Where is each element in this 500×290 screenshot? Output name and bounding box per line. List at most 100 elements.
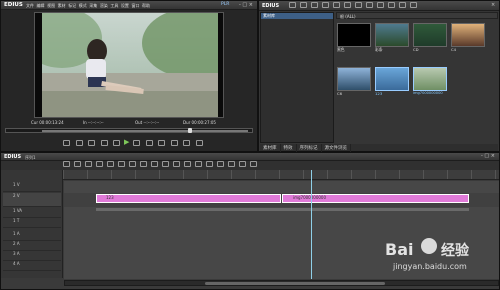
track-label: 1 V — [13, 182, 20, 187]
delete-icon[interactable] — [151, 161, 158, 167]
timeline-app-title: EDIUS — [4, 154, 22, 160]
paw-icon — [421, 238, 437, 254]
clip-thumb[interactable]: 黑色 — [337, 23, 373, 56]
menu-window[interactable]: 窗口 — [131, 3, 139, 8]
thumb-black — [337, 23, 371, 47]
search-icon[interactable] — [300, 2, 307, 8]
set-out-icon[interactable] — [75, 139, 83, 146]
view-icon[interactable] — [399, 2, 406, 8]
menu-capture[interactable]: 采集 — [89, 3, 97, 8]
paste-icon[interactable] — [355, 2, 362, 8]
track-label: 1 A — [13, 231, 20, 236]
delete-icon[interactable] — [377, 2, 384, 8]
clip-thumb[interactable]: 123 — [375, 67, 411, 100]
up-folder-icon[interactable] — [311, 2, 318, 8]
folder-tree: 素材库 — [260, 12, 334, 143]
scroll-thumb[interactable] — [205, 282, 385, 285]
track-header[interactable]: 1 T — [3, 218, 61, 228]
fast-forward-icon[interactable] — [145, 139, 153, 146]
clip-thumb[interactable]: C4 — [451, 23, 487, 56]
menu-tools[interactable]: 工具 — [110, 3, 118, 8]
clip-thumb[interactable]: 彩条 — [375, 23, 411, 56]
timeline-window-controls[interactable]: - □ × — [481, 153, 495, 159]
player-icon[interactable] — [366, 2, 373, 8]
menu-settings[interactable]: 设置 — [121, 3, 129, 8]
copy-icon[interactable] — [129, 161, 136, 167]
plr-mode-button[interactable]: PLR — [221, 2, 229, 7]
menu-icon[interactable] — [410, 2, 417, 8]
window-controls[interactable]: - □ × — [239, 2, 253, 8]
folder-icon[interactable] — [289, 2, 296, 8]
output-icon[interactable] — [195, 139, 203, 146]
track-header[interactable]: 1 VA — [3, 208, 61, 218]
play-icon[interactable]: ▶ — [124, 138, 129, 146]
open-icon[interactable] — [74, 161, 81, 167]
clip-label: 123 — [375, 91, 383, 96]
clip-label: C6 — [337, 91, 343, 96]
audio-icon[interactable] — [228, 161, 235, 167]
paste-icon[interactable] — [140, 161, 147, 167]
bin-titlebar: EDIUS × — [259, 1, 499, 11]
step-forward-icon[interactable] — [132, 139, 140, 146]
bin-close-icon[interactable]: × — [491, 2, 495, 8]
step-back-icon[interactable] — [113, 139, 121, 146]
copy-icon[interactable] — [344, 2, 351, 8]
zoom-icon[interactable] — [239, 161, 246, 167]
clip-thumb[interactable]: CD — [413, 23, 449, 56]
track-header[interactable]: 2 V — [3, 193, 61, 207]
bin-tabs: 素材库 特效 序列标记 源文件浏览 — [260, 144, 498, 152]
menu-file[interactable]: 文件 — [26, 3, 34, 8]
insert-icon[interactable] — [170, 139, 178, 146]
clip-thumb[interactable]: img7000000000 — [413, 67, 449, 100]
tab-effects[interactable]: 特效 — [281, 144, 297, 152]
trim-icon[interactable] — [217, 161, 224, 167]
settings-icon[interactable] — [250, 161, 257, 167]
stop-icon[interactable] — [88, 139, 96, 146]
scrubber-handle[interactable] — [188, 128, 192, 133]
bin-window: EDIUS × 素材库 根 (ALL) 黑色 彩条 CD C4 C6 123 i… — [258, 0, 500, 152]
menu-view[interactable]: 视图 — [47, 3, 55, 8]
menu-help[interactable]: 帮助 — [142, 3, 150, 8]
save-icon[interactable] — [85, 161, 92, 167]
preview-image — [42, 13, 218, 117]
add-clip-icon[interactable] — [322, 2, 329, 8]
overwrite-icon[interactable] — [183, 139, 191, 146]
playhead[interactable] — [311, 170, 312, 279]
rewind-icon[interactable] — [100, 139, 108, 146]
clip-123[interactable]: 123 — [96, 194, 281, 203]
track-header[interactable]: 2 A — [3, 241, 61, 251]
tab-source-browser[interactable]: 源文件浏览 — [322, 144, 351, 152]
track-header[interactable]: 4 A — [3, 261, 61, 271]
track-label: 1 T — [13, 218, 20, 223]
cut-icon[interactable] — [118, 161, 125, 167]
menu-marker[interactable]: 标记 — [68, 3, 76, 8]
set-in-icon[interactable] — [63, 139, 70, 146]
clip-thumb[interactable]: C6 — [337, 67, 373, 100]
menu-render[interactable]: 渲染 — [100, 3, 108, 8]
cut-icon[interactable] — [333, 2, 340, 8]
watermark-brand: Bai — [385, 240, 414, 259]
tab-sequence-markers[interactable]: 序列标记 — [297, 144, 322, 152]
properties-icon[interactable] — [388, 2, 395, 8]
redo-icon[interactable] — [107, 161, 114, 167]
thumb-sunset — [451, 23, 485, 47]
track-header[interactable]: 1 V — [3, 182, 61, 192]
add-cut-icon[interactable] — [162, 161, 169, 167]
player-scrubber[interactable] — [5, 128, 253, 133]
track-label: 1 VA — [13, 208, 23, 213]
thumb-lake — [337, 67, 371, 91]
marker-icon[interactable] — [195, 161, 202, 167]
undo-icon[interactable] — [96, 161, 103, 167]
menu-mode[interactable]: 模式 — [79, 3, 87, 8]
sync-icon[interactable] — [184, 161, 191, 167]
menu-clip[interactable]: 素材 — [58, 3, 66, 8]
track-header[interactable]: 3 A — [3, 251, 61, 261]
new-sequence-icon[interactable] — [63, 161, 70, 167]
loop-icon[interactable] — [158, 139, 166, 146]
track-header[interactable]: 1 A — [3, 231, 61, 241]
ripple-icon[interactable] — [173, 161, 180, 167]
tab-bin[interactable]: 素材库 — [260, 144, 281, 152]
menu-edit[interactable]: 编辑 — [37, 3, 45, 8]
timeline-ruler[interactable] — [63, 170, 499, 180]
render-icon[interactable] — [206, 161, 213, 167]
